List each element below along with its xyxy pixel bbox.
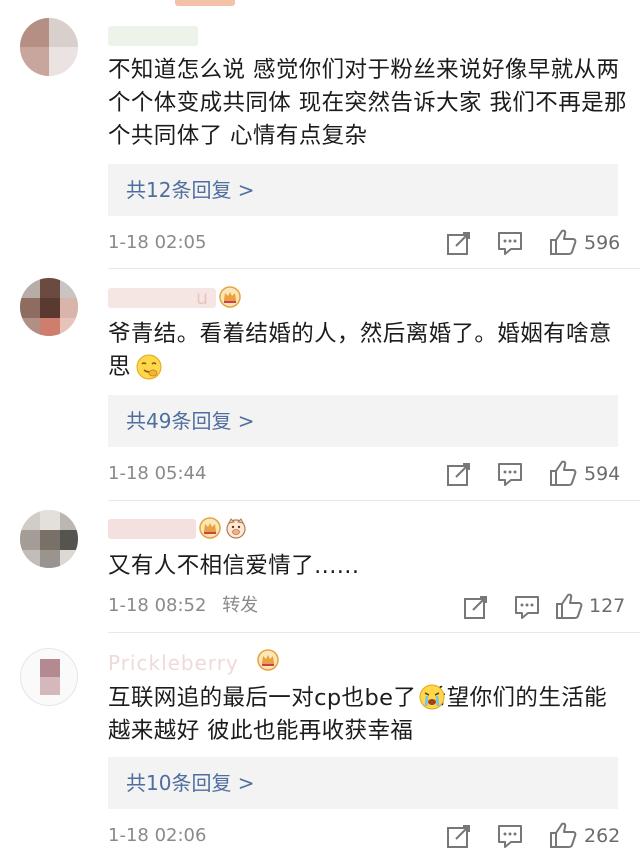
comment-icon[interactable]	[514, 594, 540, 620]
crown-badge-icon	[219, 286, 241, 308]
username[interactable]: u	[196, 286, 209, 310]
avatar[interactable]	[20, 648, 78, 706]
like-icon[interactable]	[549, 228, 577, 256]
like-icon[interactable]	[549, 821, 577, 849]
comment-text: 又有人不相信爱情了......	[108, 553, 360, 579]
top-clipped-strip	[0, 0, 640, 8]
comment-icon[interactable]	[497, 461, 523, 487]
pig-badge-icon	[226, 518, 246, 539]
edit-icon[interactable]	[446, 823, 472, 849]
divider	[108, 268, 640, 269]
comment-text: 互联网追的最后一对cp也be了 希望你们的生活能越来越好 彼此也能再收获幸福	[108, 685, 608, 744]
crying-emoji	[419, 684, 445, 710]
edit-icon[interactable]	[463, 594, 489, 620]
like-count: 127	[589, 595, 626, 617]
like-count: 596	[584, 232, 621, 254]
timestamp: 1-18 08:52	[108, 595, 207, 616]
divider	[108, 632, 640, 633]
reply-thread-button[interactable]: 共49条回复 >	[108, 395, 618, 447]
like-count: 594	[584, 463, 621, 485]
reply-thread-button[interactable]: 共12条回复 >	[108, 164, 618, 216]
edit-icon[interactable]	[446, 461, 472, 487]
username-blurred[interactable]	[108, 519, 196, 539]
comment-text: 爷青结。看着结婚的人，然后离婚了。婚姻有啥意思	[108, 321, 612, 380]
crown-badge-icon	[257, 649, 279, 671]
crown-badge-icon	[199, 517, 221, 539]
comment-text: 不知道怎么说 感觉你们对于粉丝来说好像早就从两个个体变成共同体 现在突然告诉大家…	[108, 57, 627, 149]
forward-link[interactable]: 转发	[222, 595, 258, 616]
like-icon[interactable]	[555, 592, 583, 620]
avatar[interactable]	[20, 510, 78, 568]
comment-time: 1-18 05:44	[108, 462, 206, 486]
username[interactable]: Prickleberry	[108, 651, 239, 675]
like-count: 262	[584, 825, 621, 847]
comment-icon[interactable]	[497, 823, 523, 849]
sneaky-smile-emoji	[136, 354, 162, 380]
reply-thread-button[interactable]: 共10条回复 >	[108, 757, 618, 809]
comment-meta: 1-18 08:52 转发	[108, 594, 258, 618]
avatar[interactable]	[20, 18, 78, 76]
edit-icon[interactable]	[446, 230, 472, 256]
comment-time: 1-18 02:06	[108, 824, 206, 848]
timestamp: 1-18 02:06	[108, 825, 207, 846]
comment-time: 1-18 02:05	[108, 231, 206, 255]
clipped-element	[175, 0, 235, 6]
comment-icon[interactable]	[497, 230, 523, 256]
like-icon[interactable]	[549, 459, 577, 487]
timestamp: 1-18 05:44	[108, 463, 207, 484]
username-blurred[interactable]	[108, 26, 198, 46]
divider	[108, 500, 640, 501]
avatar[interactable]	[20, 278, 78, 336]
timestamp: 1-18 02:05	[108, 232, 207, 253]
